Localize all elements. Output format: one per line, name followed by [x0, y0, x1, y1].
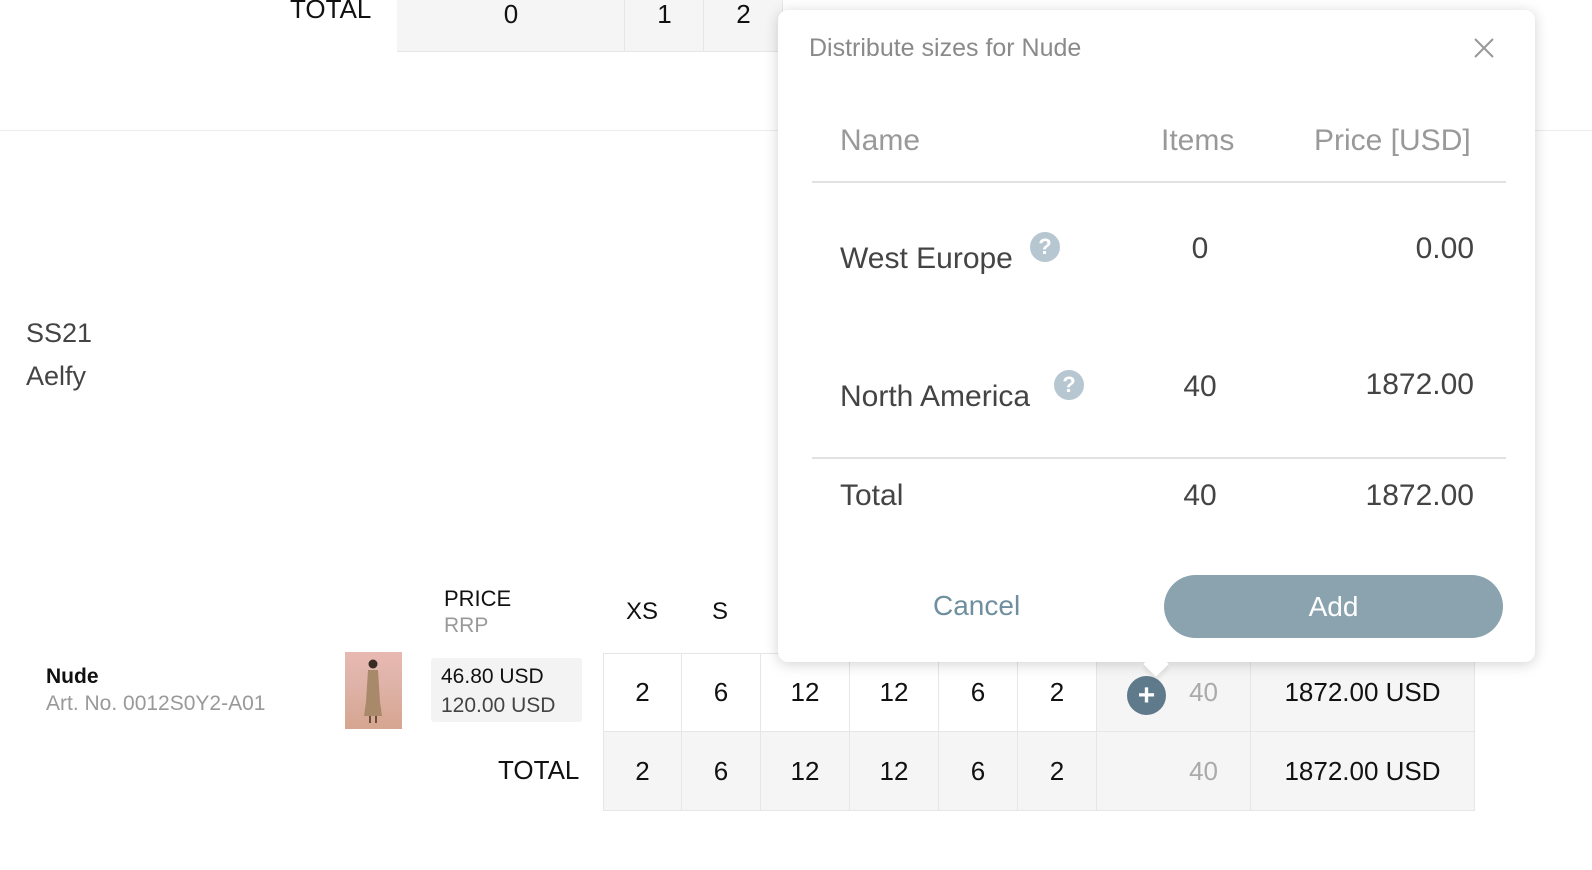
column-header-items: Items	[1161, 124, 1235, 157]
region-items: 40	[1183, 370, 1217, 403]
size-header-xs: XS	[625, 598, 658, 625]
size-header-s: S	[711, 598, 728, 625]
price-box: 46.80 USD 120.00 USD	[431, 658, 582, 722]
quantity-cell[interactable]: 12	[760, 653, 850, 732]
region-price: 0.00	[1415, 232, 1474, 265]
total-price: 1872.00	[1365, 479, 1474, 512]
quantity-cell-s[interactable]: 6	[681, 653, 761, 732]
total-cell: 6	[938, 731, 1018, 811]
total-label: Total	[840, 479, 904, 512]
cancel-button[interactable]: Cancel	[933, 590, 1020, 622]
region-items: 0	[1191, 232, 1209, 265]
product-thumbnail[interactable]	[345, 652, 402, 729]
top-total-cell: 0	[503, 0, 519, 29]
help-icon[interactable]: ?	[1054, 370, 1084, 400]
add-button[interactable]: Add	[1164, 575, 1503, 638]
quantity-cell[interactable]: 6	[938, 653, 1018, 732]
total-cell-s: 6	[681, 731, 761, 811]
region-price: 1872.00	[1365, 368, 1474, 401]
top-total-label: TOTAL	[290, 0, 372, 24]
rrp-price: 120.00 USD	[441, 694, 556, 717]
product-name: Nude	[46, 665, 99, 688]
total-divider	[812, 457, 1506, 459]
wholesale-price: 46.80 USD	[441, 665, 544, 688]
total-cell-xs: 2	[603, 731, 682, 811]
column-header-name: Name	[840, 124, 921, 157]
bottom-total-label: TOTAL	[498, 755, 580, 785]
distribute-sizes-dialog: Distribute sizes for Nude Name Items Pri…	[778, 10, 1535, 677]
header-divider	[812, 181, 1506, 183]
quantity-cell[interactable]: 12	[849, 653, 939, 732]
total-items: 40	[1183, 479, 1217, 512]
items-count-cell: 40	[1096, 653, 1251, 732]
column-header-price: Price [USD]	[1314, 124, 1471, 157]
grand-total-cell: 1872.00 USD	[1250, 731, 1475, 811]
close-icon[interactable]	[1470, 34, 1498, 62]
row-total-cell: 1872.00 USD	[1250, 653, 1475, 732]
top-total-cell: 1	[657, 0, 672, 29]
price-header: PRICE	[444, 586, 512, 611]
region-name: West Europe	[840, 242, 1013, 275]
top-total-cell: 2	[736, 0, 751, 29]
total-items-cell: 40	[1096, 731, 1251, 811]
total-cell: 2	[1017, 731, 1097, 811]
region-name: North America	[840, 380, 1031, 413]
brand-label: Aelfy	[26, 361, 87, 391]
rrp-header: RRP	[444, 614, 489, 637]
dialog-title: Distribute sizes for Nude	[809, 34, 1082, 62]
product-article-number: Art. No. 0012S0Y2-A01	[46, 692, 266, 715]
season-label: SS21	[26, 318, 93, 348]
help-icon[interactable]: ?	[1030, 232, 1060, 262]
model-figure-icon	[364, 659, 382, 723]
total-cell: 12	[849, 731, 939, 811]
plus-circle-icon[interactable]: +	[1127, 676, 1166, 715]
quantity-cell-xs[interactable]: 2	[603, 653, 682, 732]
total-cell: 12	[760, 731, 850, 811]
quantity-cell[interactable]: 2	[1017, 653, 1097, 732]
